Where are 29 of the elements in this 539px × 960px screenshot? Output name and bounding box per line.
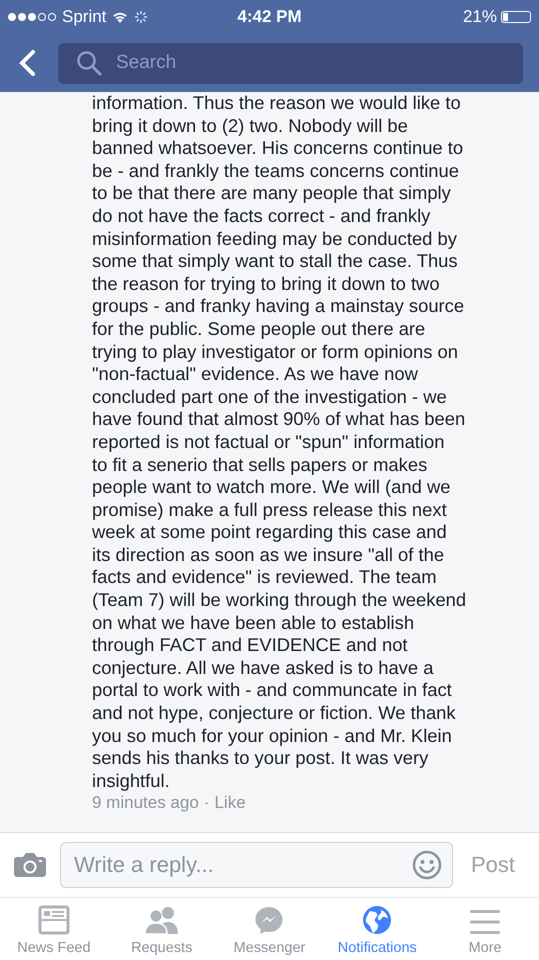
clock-time: 4:42 PM: [237, 7, 302, 26]
battery-icon: [501, 11, 531, 23]
camera-icon[interactable]: [14, 852, 46, 878]
search-input[interactable]: Search: [114, 51, 505, 75]
tab-bar-item[interactable]: Messenger: [216, 898, 324, 960]
menu-icon: [470, 909, 500, 935]
tab-bar-item[interactable]: More: [431, 898, 539, 960]
wifi-icon: [112, 11, 128, 23]
search-field[interactable]: Search: [58, 42, 523, 84]
tab-bar-item[interactable]: News Feed: [0, 898, 108, 960]
reply-input[interactable]: Write a reply...: [72, 851, 412, 879]
separator-dot: ·: [204, 793, 210, 814]
carrier-name: Sprint: [62, 7, 106, 27]
spinner-icon: [134, 10, 148, 24]
signal-icon: [8, 13, 56, 21]
tab-bar-item[interactable]: Notifications: [323, 898, 432, 960]
people-icon: [144, 905, 180, 935]
newspaper-icon: [38, 905, 70, 935]
comment-text: information. Thus the reason we would like to bring it down to (2) two. Nobody will be banned whatsoever. His concerns continue to be - and frankly the teams concerns continue to be that there are many people that simply do not have the facts correct - and frankly misinformation feeding may be conducted by some that simply want to stall the case. Thus the reason for trying to bring it down to two groups - and franky having a mainstay source for the public. Some people out there are trying to play investigator or form opinions on "non-factual" evidence. As we have now concluded part one of the investigation - we have found that almost 90% of what has been reported is not factual or "spun" information to fit a senerio that sells papers or makes people want to watch more. We will (and we promise) make a full press release this next week at some point regarding this case and its direction as soon as we insure "all of the facts and evidence" is reviewed. The team (Team 7) will be working through the weekend on what we have been able to establish through FACT and EVIDENCE and not conjecture. All we have asked is to have a portal to work with - and communcate in fact and not hype, conjecture or fiction. We thank you so much for your opinion - and Mr. Klein sends his thanks to your post. It was very insightful.: [92, 92, 468, 792]
search-icon: [76, 50, 102, 76]
smiley-icon[interactable]: [412, 850, 442, 880]
tab-bar-item[interactable]: Requests: [108, 898, 216, 960]
back-button[interactable]: [18, 49, 36, 77]
like-link[interactable]: Like: [214, 793, 246, 814]
reply-field[interactable]: Write a reply...: [60, 842, 453, 888]
globe-icon: [362, 905, 392, 935]
comment-time: 9 minutes ago: [92, 793, 199, 814]
battery-percent: 21%: [462, 7, 497, 27]
chat-bubble-icon: [254, 905, 284, 935]
